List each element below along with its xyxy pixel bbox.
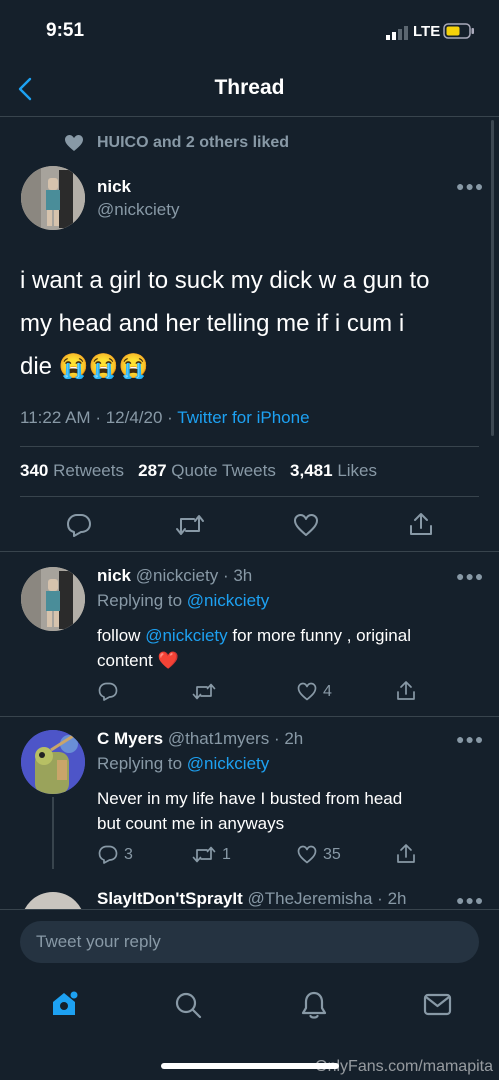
reply-age: 3h xyxy=(233,566,253,585)
reply-author-name[interactable]: SlayItDon'tSprayIt xyxy=(97,889,243,908)
network-label: LTE xyxy=(413,23,441,40)
share-icon xyxy=(397,844,415,863)
more-options-icon[interactable]: ●●● xyxy=(456,178,484,194)
reply-input[interactable]: Tweet your reply xyxy=(20,921,479,963)
liked-heart-icon xyxy=(64,134,84,157)
page-title: Thread xyxy=(214,76,285,99)
tweet-text: i want a girl to suck my dick w a gun to… xyxy=(20,259,430,388)
reply-count: 3 xyxy=(124,845,133,863)
tweet-divider xyxy=(0,551,499,552)
avatar[interactable] xyxy=(21,730,85,794)
reply-icon xyxy=(98,682,118,701)
reply-button[interactable] xyxy=(98,682,124,701)
like-count: 35 xyxy=(323,845,341,863)
tweet-time: 11:22 AM xyxy=(20,408,91,427)
reply-age: 2h xyxy=(387,889,407,908)
reply-icon xyxy=(98,845,118,864)
share-icon xyxy=(397,681,415,700)
like-button[interactable]: 4 xyxy=(297,682,332,701)
tweet-text-line: die 😭😭😭 xyxy=(20,353,149,380)
stats-divider xyxy=(20,496,479,497)
avatar[interactable] xyxy=(21,567,85,631)
share-button[interactable] xyxy=(396,680,416,701)
retweet-icon xyxy=(192,846,216,863)
reply-text: follow @nickciety for more funny , origi… xyxy=(97,626,411,670)
thread-line xyxy=(52,797,54,869)
retweet-button[interactable] xyxy=(192,682,222,701)
replying-to-link[interactable]: @nickciety xyxy=(187,591,269,610)
tweet-author-name[interactable]: nick xyxy=(97,177,131,197)
mention-link[interactable]: @nickciety xyxy=(145,626,227,645)
tweet-meta: 11:22 AM · 12/4/20 · Twitter for iPhone xyxy=(20,408,310,427)
avatar[interactable] xyxy=(21,892,85,909)
reply-author-handle[interactable]: @that1myers xyxy=(168,729,269,748)
share-icon xyxy=(410,513,432,535)
share-button[interactable] xyxy=(408,511,434,542)
header-divider xyxy=(0,116,499,117)
tweet-stats: 340 Retweets 287 Quote Tweets 3,481 Like… xyxy=(20,461,377,481)
replying-to: Replying to @nickciety xyxy=(97,591,270,610)
heart-outline-icon xyxy=(297,682,317,701)
reply-author-handle[interactable]: @nickciety xyxy=(136,566,218,585)
heart-outline-icon xyxy=(294,514,318,536)
home-indicator[interactable] xyxy=(161,1063,339,1069)
signal-icon xyxy=(386,26,410,40)
more-options-icon[interactable]: ●●● xyxy=(456,731,484,747)
quotes-stat[interactable]: 287 Quote Tweets xyxy=(138,461,276,480)
reply-input-placeholder: Tweet your reply xyxy=(36,932,161,951)
messages-icon[interactable] xyxy=(423,992,453,1023)
watermark: OnlyFans.com/mamapita xyxy=(315,1058,493,1075)
retweet-count: 1 xyxy=(222,845,231,863)
notifications-icon[interactable] xyxy=(299,990,329,1025)
tweet-text-line: i want a girl to suck my dick w a gun to xyxy=(20,267,430,294)
likes-stat[interactable]: 3,481 Likes xyxy=(290,461,377,480)
scrollbar[interactable] xyxy=(491,120,494,436)
social-context[interactable]: HUICO and 2 others liked xyxy=(97,134,289,152)
home-icon[interactable] xyxy=(49,988,79,1023)
reply-header: nick @nickciety · 3h xyxy=(97,566,253,585)
retweet-icon xyxy=(176,515,204,535)
reply-header: SlayItDon'tSprayIt @TheJeremisha · 2h xyxy=(97,889,407,908)
tweet-author-handle[interactable]: @nickciety xyxy=(97,200,179,220)
retweet-button[interactable]: 1 xyxy=(192,845,231,864)
meta-divider xyxy=(20,446,479,447)
reply-author-name[interactable]: nick xyxy=(97,566,131,585)
reply-age: 2h xyxy=(284,729,304,748)
search-icon[interactable] xyxy=(173,990,203,1025)
partial-reply: SlayItDon'tSprayIt @TheJeremisha · 2h ●●… xyxy=(0,880,499,909)
composer-divider xyxy=(0,909,499,910)
reply-author-name[interactable]: C Myers xyxy=(97,729,163,748)
reply-header: C Myers @that1myers · 2h xyxy=(97,729,304,748)
replying-to-link[interactable]: @nickciety xyxy=(187,754,269,773)
reply-button[interactable]: 3 xyxy=(98,845,133,864)
reply-author-handle[interactable]: @TheJeremisha xyxy=(247,889,372,908)
retweets-stat[interactable]: 340 Retweets xyxy=(20,461,124,480)
reply-button[interactable] xyxy=(66,513,92,542)
battery-icon xyxy=(443,23,475,39)
tweet-date: 12/4/20 xyxy=(105,408,163,427)
reply-divider xyxy=(0,716,499,717)
replying-to: Replying to @nickciety xyxy=(97,754,270,773)
more-options-icon[interactable]: ●●● xyxy=(456,568,484,584)
reply-icon xyxy=(67,514,91,537)
retweet-button[interactable] xyxy=(175,513,205,542)
like-button[interactable] xyxy=(293,513,319,542)
status-time: 9:51 xyxy=(46,20,85,41)
reply-text: Never in my life have I busted from head… xyxy=(97,789,403,833)
share-button[interactable] xyxy=(396,843,416,864)
more-options-icon[interactable]: ●●● xyxy=(456,892,484,908)
tweet-text-line: my head and her telling me if i cum i xyxy=(20,310,405,337)
retweet-icon xyxy=(192,683,216,700)
heart-outline-icon xyxy=(297,845,317,864)
like-button[interactable]: 35 xyxy=(297,845,341,864)
tweet-source[interactable]: Twitter for iPhone xyxy=(177,408,309,427)
avatar[interactable] xyxy=(21,166,85,230)
